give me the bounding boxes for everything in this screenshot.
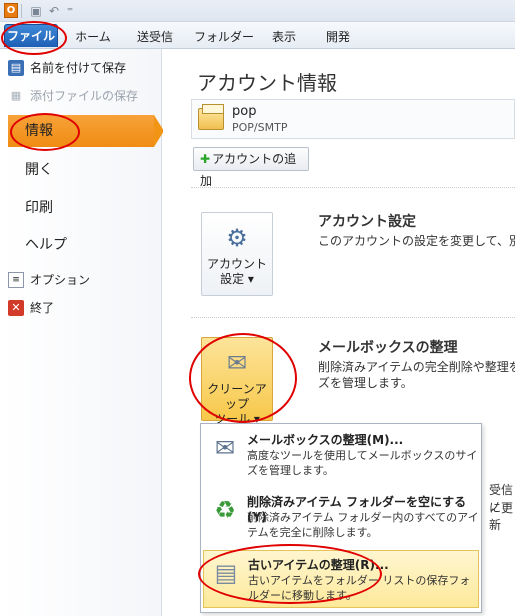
account-mailbox-icon [198,104,224,130]
account-settings-line2: 設定 ▾ [220,272,254,286]
cleanup-tools-button[interactable]: ✉ クリーンアップ ツール ▾ [201,337,273,426]
exit-icon: ✕ [8,300,24,316]
customize-qat-icon[interactable]: ⁼ [62,3,78,19]
account-settings-icon: ⚙ [226,224,248,252]
menu-item-desc: 古いアイテムをフォルダー リストの保存フォルダーに移動します。 [248,574,471,602]
backstage-nav: ▤ 名前を付けて保存 ▦ 添付ファイルの保存 情報 開く 印刷 ヘルプ ≡ オプ… [0,49,164,616]
nav-save-attachments: ▦ 添付ファイルの保存 [8,85,138,107]
obscured-text-2: に更新 [489,501,514,532]
section-divider [191,187,515,188]
save-as-icon: ▤ [8,60,24,76]
menu-item-desc: 高度なツールを使用してメールボックスのサイズを管理します。 [247,449,478,477]
attachment-icon: ▦ [10,89,22,102]
account-settings-line1: アカウント [206,257,267,271]
nav-save-as-label: 名前を付けて保存 [30,61,127,75]
save-icon[interactable]: ▣ [28,3,44,19]
undo-icon[interactable]: ↶ [46,3,62,19]
account-selector[interactable]: pop POP/SMTP [191,99,515,139]
tab-file[interactable]: ファイル [4,24,58,47]
options-icon: ≡ [8,272,24,288]
mailbox-cleanup-icon: ✉ [214,434,236,462]
account-settings-desc: このアカウントの設定を変更して、別の接 [318,234,515,248]
mailbox-cleanup-desc-1: 削除済みアイテムの完全削除や整理を [318,360,515,374]
account-settings-button[interactable]: ⚙ アカウント 設定 ▾ [201,212,273,296]
nav-options-label: オプション [30,273,91,287]
nav-print[interactable]: 印刷 [25,193,53,223]
qat-separator [21,4,22,18]
quick-access-toolbar: O ▣ ↶ ⁼ [0,0,515,22]
mailbox-cleanup-title: メールボックスの整理 [318,340,458,356]
cleanup-tools-menu: ✉ メールボックスの整理(M)... 高度なツールを使用してメールボックスのサイ… [200,423,482,613]
section-divider [191,317,515,318]
plus-icon: ✚ [200,152,211,166]
recycle-bin-icon: ♻ [214,496,236,524]
nav-help[interactable]: ヘルプ [25,230,67,260]
outlook-app-icon[interactable]: O [4,3,18,18]
account-settings-title: アカウント設定 [318,214,416,230]
nav-options[interactable]: ≡ オプション [8,269,90,291]
archive-icon: ▤ [214,559,238,587]
nav-info[interactable]: 情報 [8,115,164,147]
nav-exit-label: 終了 [30,301,55,315]
tab-send-receive[interactable]: 送受信 [128,27,182,47]
menu-item-archive[interactable]: ▤ 古いアイテムの整理(R)... 古いアイテムをフォルダー リストの保存フォル… [203,550,479,608]
nav-open[interactable]: 開く [25,155,53,185]
ribbon-tabs: ファイル ホーム 送受信 フォルダー 表示 開発 [0,22,515,49]
tab-view[interactable]: 表示 [264,27,304,47]
nav-save-as[interactable]: ▤ 名前を付けて保存 [8,57,126,79]
menu-item-empty-deleted[interactable]: ♻ 削除済みアイテム フォルダーを空にする(Y) 削除済みアイテム フォルダー内… [203,488,479,546]
add-account-label: アカウントの追加 [200,152,297,188]
menu-item-title: メールボックスの整理(M)... [247,433,404,447]
nav-exit[interactable]: ✕ 終了 [8,297,54,319]
account-type: POP/SMTP [232,121,288,134]
add-account-button[interactable]: ✚ アカウントの追加 [193,147,309,188]
menu-item-mailbox-cleanup[interactable]: ✉ メールボックスの整理(M)... 高度なツールを使用してメールボックスのサイ… [203,426,479,484]
tab-home[interactable]: ホーム [68,27,118,47]
page-title: アカウント情報 [197,71,337,95]
menu-item-title: 古いアイテムの整理(R)... [248,558,389,572]
cleanup-tools-line1: クリーンアップ [207,382,267,411]
account-name: pop [232,104,257,119]
tab-developer[interactable]: 開発 [318,27,358,47]
cleanup-tools-icon: ✉ [226,349,248,377]
mailbox-cleanup-desc-2: ズを管理します。 [318,376,413,390]
nav-info-label: 情報 [25,123,53,139]
menu-item-desc: 削除済みアイテム フォルダー内のすべてのアイテムを完全に削除します。 [247,511,479,539]
tab-folder[interactable]: フォルダー [194,27,254,47]
nav-save-attachments-label: 添付ファイルの保存 [30,89,139,103]
